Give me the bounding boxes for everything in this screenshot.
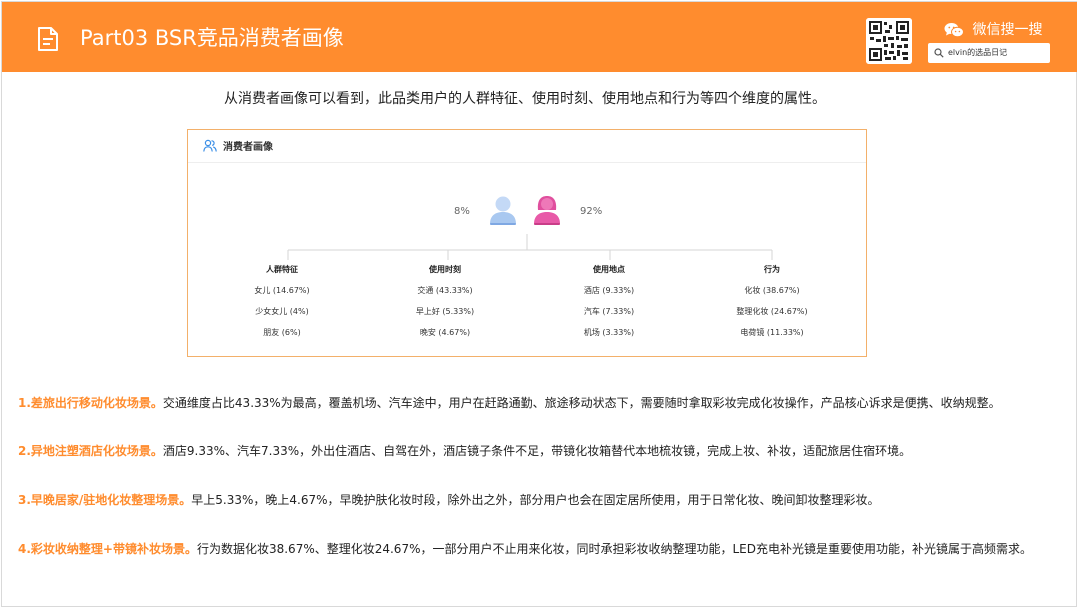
scenario-text: 交通维度占比43.33%为最高，覆盖机场、汽车途中，用户在赶路通勤、旅途移动状态…: [162, 396, 1001, 410]
document-icon: [38, 27, 58, 51]
scenario-text: 酒店9.33%、汽车7.33%，外出住酒店、自驾在外，酒店镜子条件不足，带镜化妆…: [162, 444, 912, 458]
qr-code-icon: [866, 18, 912, 64]
scenario-heading: 4.彩妆收纳整理+带镜补妆场景。: [18, 542, 197, 556]
scenario-paragraph-3: 3.早晚居家/驻地化妆整理场景。早上5.33%，晚上4.67%，早晚护肤化妆时段…: [18, 491, 880, 508]
search-box[interactable]: elvin的选品日记: [928, 43, 1050, 63]
column-item: 早上好 (5.33%): [415, 307, 475, 316]
column-title: 行为: [764, 265, 780, 274]
header-banner: Part03 BSR竞品消费者画像 微信搜一搜 elvin的选品日记: [2, 2, 1077, 72]
column-item: 机场 (3.33%): [583, 328, 635, 337]
column-title: 使用时刻: [429, 265, 461, 274]
column-behavior: 行为 化妆 (38.67%) 整理化妆 (24.67%) 电荷镜 (11.33%…: [702, 260, 842, 343]
column-item: 酒店 (9.33%): [583, 286, 635, 295]
scenario-heading: 2.异地注塑酒店化妆场景。: [18, 444, 163, 458]
column-demographics: 人群特征 女儿 (14.67%) 少女女儿 (4%) 朋友 (6%): [212, 260, 352, 343]
column-item: 化妆 (38.67%): [744, 286, 800, 295]
scenario-paragraph-4: 4.彩妆收纳整理+带镜补妆场景。行为数据化妆38.67%、整理化妆24.67%，…: [18, 540, 1032, 557]
column-item: 汽车 (7.33%): [583, 307, 635, 316]
column-item: 电荷镜 (11.33%): [740, 328, 804, 337]
column-item: 整理化妆 (24.67%): [736, 307, 808, 316]
wechat-search-text: 微信搜一搜: [972, 22, 1043, 38]
search-icon: [934, 48, 944, 58]
scenario-heading: 1.差旅出行移动化妆场景。: [18, 396, 163, 410]
column-item: 少女女儿 (4%): [255, 307, 309, 316]
column-usage-place: 使用地点 酒店 (9.33%) 汽车 (7.33%) 机场 (3.33%): [539, 260, 679, 343]
column-usage-time: 使用时刻 交通 (43.33%) 早上好 (5.33%) 晚安 (4.67%): [375, 260, 515, 343]
scenario-heading: 3.早晚居家/驻地化妆整理场景。: [18, 493, 192, 507]
wechat-search-label: 微信搜一搜: [944, 20, 1042, 40]
intro-text: 从消费者画像可以看到，此品类用户的人群特征、使用时刻、使用地点和行为等四个维度的…: [224, 91, 826, 107]
column-item: 朋友 (6%): [263, 328, 301, 337]
scenario-text: 早上5.33%，晚上4.67%，早晚护肤化妆时段，除外出之外，部分用户也会在固定…: [191, 493, 880, 507]
page-title: Part03 BSR竞品消费者画像: [80, 26, 344, 50]
tree-connector-lines: [287, 234, 773, 260]
column-title: 人群特征: [266, 265, 298, 274]
search-query-text: elvin的选品日记: [948, 48, 1008, 57]
column-item: 女儿 (14.67%): [254, 286, 310, 295]
column-item: 交通 (43.33%): [417, 286, 473, 295]
wechat-icon: [944, 23, 964, 38]
scenario-paragraph-1: 1.差旅出行移动化妆场景。交通维度占比43.33%为最高，覆盖机场、汽车途中，用…: [18, 394, 1001, 411]
consumer-profile-card: 消费者画像 8% 92% 人群特征 女儿 (14.67%) 少女女儿 (4%) …: [187, 129, 867, 357]
scenario-text: 行为数据化妆38.67%、整理化妆24.67%，一部分用户不止用来化妆，同时承担…: [196, 542, 1032, 556]
scenario-paragraph-2: 2.异地注塑酒店化妆场景。酒店9.33%、汽车7.33%，外出住酒店、自驾在外，…: [18, 442, 911, 459]
column-title: 使用地点: [593, 265, 625, 274]
column-item: 晚安 (4.67%): [419, 328, 471, 337]
